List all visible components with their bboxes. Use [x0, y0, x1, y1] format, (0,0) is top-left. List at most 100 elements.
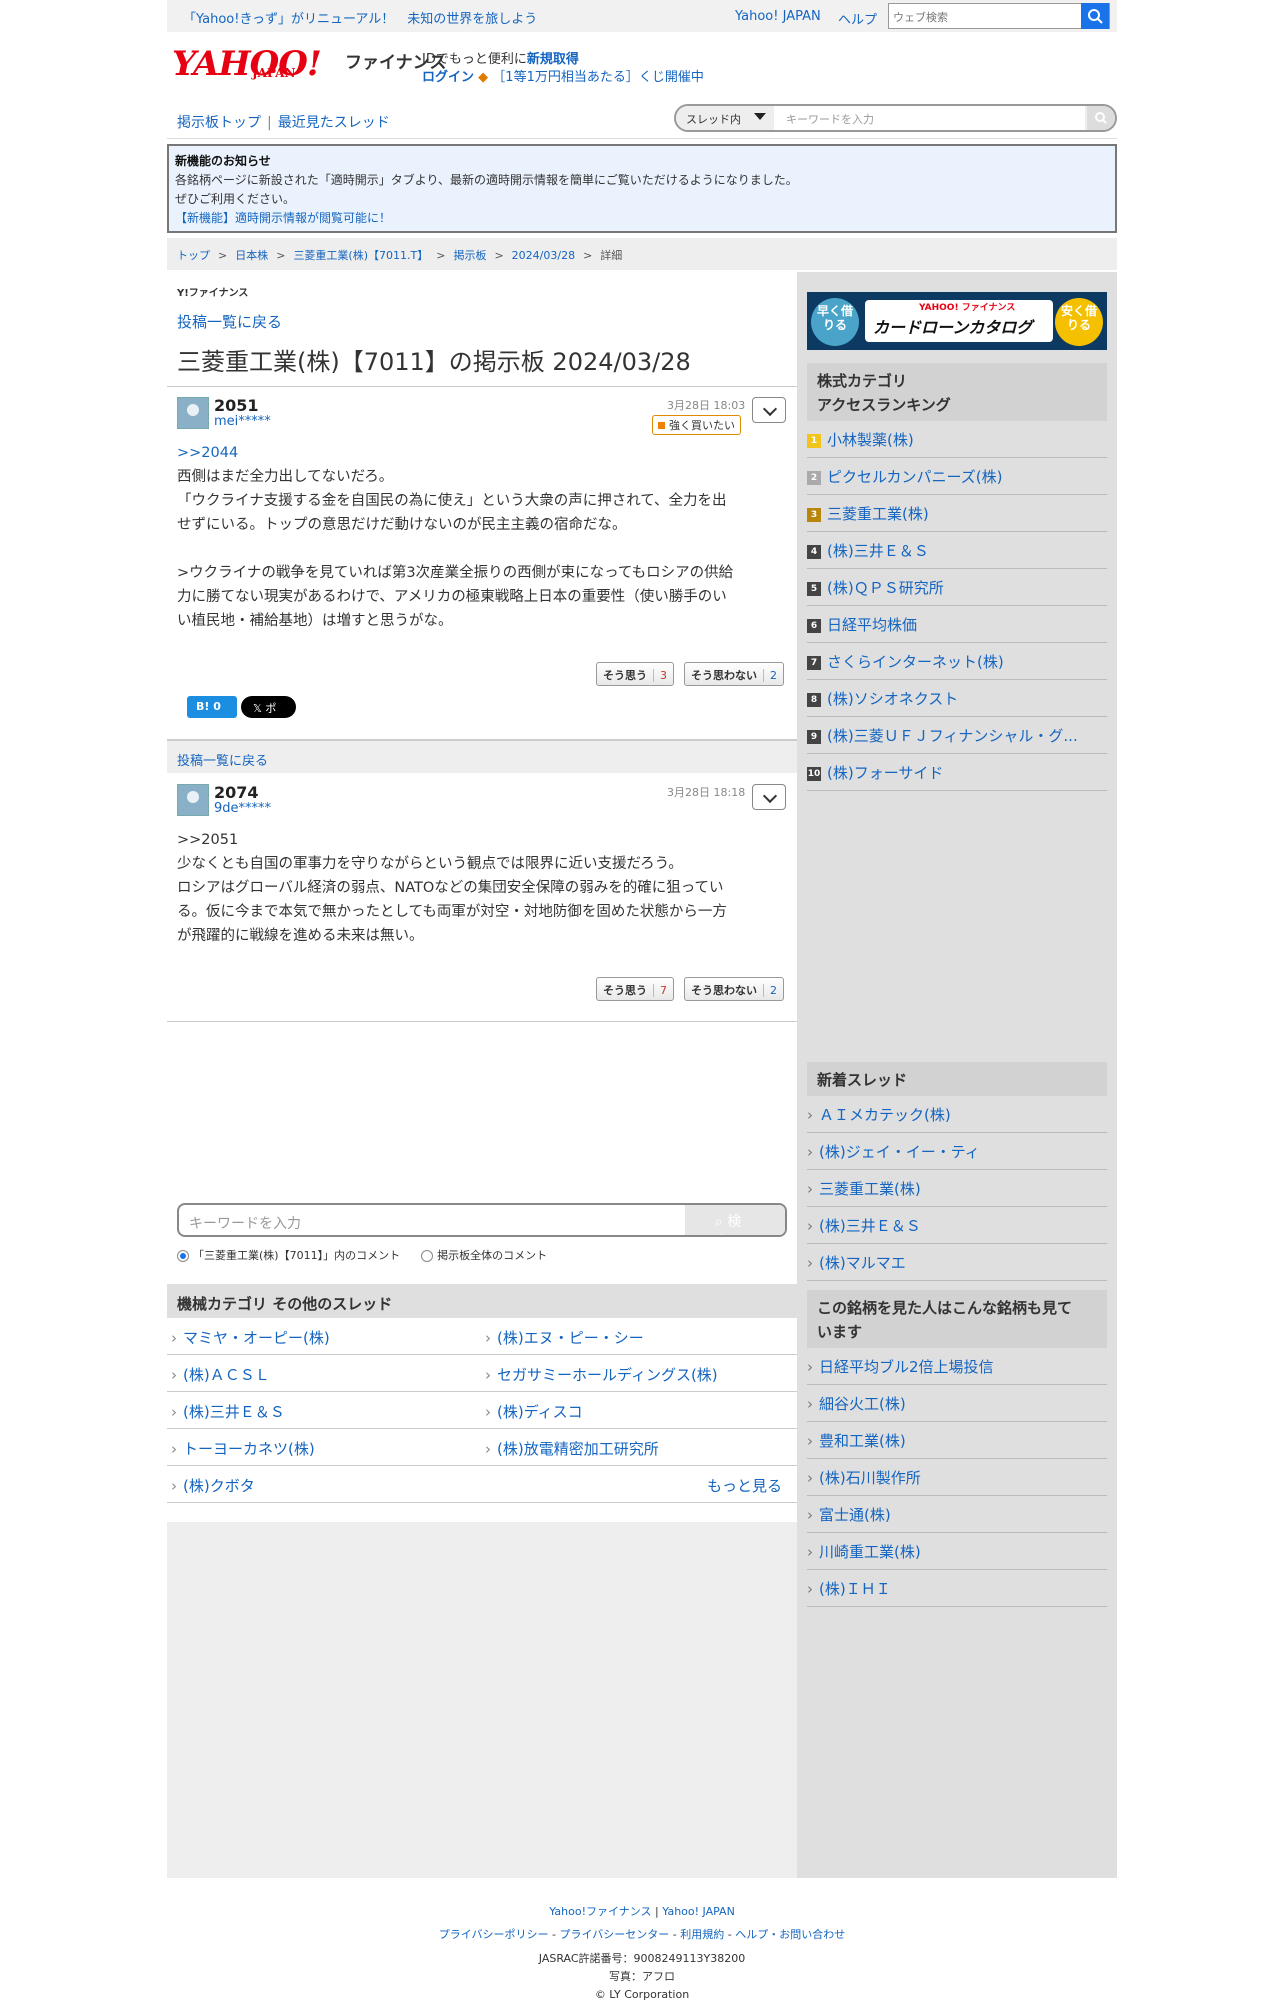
category-thread-link[interactable]: マミヤ・オーピー(株) — [171, 1327, 330, 1348]
web-search-input[interactable]: ウェブ検索 — [888, 3, 1110, 29]
search-icon — [1095, 112, 1107, 124]
crumb-top[interactable]: トップ — [177, 249, 210, 262]
back-to-list-bar[interactable]: 投稿一覧に戻る — [167, 739, 797, 773]
notice-link[interactable]: 【新機能】適時開示情報が閲覧可能に！ — [175, 209, 1109, 228]
crumb-board[interactable]: 掲示板 — [453, 249, 486, 262]
category-thread-link[interactable]: (株)クボタ — [171, 1475, 255, 1496]
also-viewed-link[interactable]: 川崎重工業(株) — [807, 1533, 1107, 1570]
also-viewed-link[interactable]: (株)石川製作所 — [807, 1459, 1107, 1496]
ranking-label: (株)三井Ｅ＆Ｓ — [827, 542, 929, 560]
post-user[interactable]: 9de***** — [214, 801, 271, 816]
signup-link[interactable]: 新規取得 — [527, 52, 579, 67]
keyword-input[interactable]: キーワードを入力 — [189, 1213, 301, 1233]
badge-icon — [658, 422, 665, 429]
board-top-link[interactable]: 掲示板トップ — [177, 115, 261, 131]
new-thread-link[interactable]: 三菱重工業(株) — [807, 1170, 1107, 1207]
privacy-center-link[interactable]: プライバシーセンター — [560, 1928, 670, 1941]
radio-thread[interactable] — [177, 1250, 189, 1262]
ranking-item[interactable]: 1 小林製薬(株) — [807, 421, 1107, 458]
keyword-search-button[interactable]: ⌕ 検索 — [685, 1205, 785, 1235]
agree-button[interactable]: そう思う 3 — [596, 662, 674, 686]
category-thread-link[interactable]: (株)ディスコ — [485, 1401, 583, 1422]
back-to-list-link[interactable]: 投稿一覧に戻る — [177, 311, 282, 332]
crumb-stock[interactable]: 三菱重工業(株)【7011.T】 — [293, 249, 428, 262]
yahoo-logo[interactable]: YAHOO! — [172, 44, 322, 84]
hatena-bookmark-button[interactable]: B! 0 — [187, 696, 237, 718]
ranking-item[interactable]: 4 (株)三井Ｅ＆Ｓ — [807, 532, 1107, 569]
disagree-label: そう思わない — [691, 984, 757, 997]
new-thread-link[interactable]: (株)三井Ｅ＆Ｓ — [807, 1207, 1107, 1244]
disagree-button[interactable]: そう思わない 2 — [684, 977, 784, 1001]
category-thread-link[interactable]: (株)三井Ｅ＆Ｓ — [171, 1401, 285, 1422]
x-post-button[interactable]: 𝕏 ポスト — [241, 696, 296, 731]
also-viewed-link[interactable]: 細谷火工(株) — [807, 1385, 1107, 1422]
ranking-item[interactable]: 9 (株)三菱ＵＦＪフィナンシャル・グ... — [807, 717, 1107, 754]
post-user[interactable]: mei***** — [214, 414, 271, 429]
thread-search-input[interactable]: キーワードを入力 — [774, 106, 1085, 130]
ranking-label: (株)フォーサイド — [827, 764, 944, 782]
divider — [167, 1021, 797, 1022]
search-scope-radios: 「三菱重工業(株)【7011】」内のコメント 掲示板全体のコメント — [177, 1247, 547, 1263]
radio-all[interactable] — [421, 1250, 434, 1262]
ranking-item[interactable]: 2 ピクセルカンパニーズ(株) — [807, 458, 1107, 495]
privacy-policy-link[interactable]: プライバシーポリシー — [439, 1928, 549, 1941]
ranking-item[interactable]: 5 (株)ＱＰＳ研究所 — [807, 569, 1107, 606]
thread-search-button[interactable] — [1087, 106, 1115, 130]
help-link[interactable]: ヘルプ — [838, 9, 877, 28]
rank-number: 6 — [807, 619, 821, 633]
crumb-jp-stock[interactable]: 日本株 — [235, 249, 268, 262]
radio-all-label[interactable]: 掲示板全体のコメント — [437, 1249, 547, 1262]
ranking-title: 株式カテゴリ — [817, 372, 908, 390]
new-thread-link[interactable]: (株)ジェイ・イー・ティ — [807, 1133, 1107, 1170]
page-title: 三菱重工業(株)【7011】の掲示板 2024/03/28 — [177, 348, 691, 376]
yahoo-japan-link[interactable]: Yahoo! JAPAN — [735, 9, 821, 24]
also-viewed-link[interactable]: (株)ＩＨＩ — [807, 1570, 1107, 1607]
more-link[interactable]: もっと見る — [707, 1475, 782, 1496]
post-menu-button[interactable] — [752, 784, 786, 810]
crumb-date[interactable]: 2024/03/28 — [512, 249, 575, 262]
terms-link[interactable]: 利用規約 — [680, 1928, 724, 1941]
ranking-item[interactable]: 8 (株)ソシオネクスト — [807, 680, 1107, 717]
scope-select[interactable]: スレッド内 — [676, 106, 774, 130]
agree-button[interactable]: そう思う 7 — [596, 977, 674, 1001]
ranking-item[interactable]: 7 さくらインターネット(株) — [807, 643, 1107, 680]
ranking-item[interactable]: 3 三菱重工業(株) — [807, 495, 1107, 532]
category-thread-link[interactable]: (株)エヌ・ピー・シー — [485, 1327, 644, 1348]
hammer-icon: ◆ — [478, 70, 489, 85]
new-thread-link[interactable]: ＡＩメカテック(株) — [807, 1096, 1107, 1133]
also-viewed-link[interactable]: 日経平均ブル2倍上場投信 — [807, 1348, 1107, 1385]
reply-link[interactable]: >>2044 — [177, 441, 795, 465]
reply-text[interactable]: >>2051 — [177, 828, 795, 852]
ranking-item[interactable]: 10 (株)フォーサイド — [807, 754, 1107, 791]
lottery-link[interactable]: ［1等1万円相当あたる］くじ開催中 — [492, 70, 704, 85]
login-link[interactable]: ログイン — [422, 70, 474, 85]
notice-title: 新機能のお知らせ — [175, 154, 271, 168]
category-thread-link[interactable]: (株)放電精密加工研究所 — [485, 1438, 659, 1459]
new-threads-heading: 新着スレッド — [807, 1062, 1107, 1096]
disagree-button[interactable]: そう思わない 2 — [684, 662, 784, 686]
promo-link[interactable]: 「Yahoo!きっず」がリニューアル！ 未知の世界を旅しよう — [183, 8, 537, 27]
category-thread-link[interactable]: (株)ＡＣＳＬ — [171, 1364, 270, 1385]
category-thread-link[interactable]: トーヨーカネツ(株) — [171, 1438, 315, 1459]
avatar[interactable] — [177, 784, 209, 816]
category-thread-link[interactable]: セガサミーホールディングス(株) — [485, 1364, 718, 1385]
post-date: 3月28日 18:03 — [667, 399, 746, 412]
divider — [167, 386, 797, 387]
agree-label: そう思う — [603, 984, 647, 997]
help-contact-link[interactable]: ヘルプ・お問い合わせ — [735, 1928, 845, 1941]
post-menu-button[interactable] — [752, 397, 786, 423]
photo-credit: 写真：アフロ — [609, 1970, 675, 1983]
radio-thread-label[interactable]: 「三菱重工業(株)【7011】」内のコメント — [193, 1249, 400, 1262]
ranking-item[interactable]: 6 日経平均株価 — [807, 606, 1107, 643]
footer-yj-link[interactable]: Yahoo! JAPAN — [662, 1905, 735, 1918]
web-search-button[interactable] — [1081, 3, 1109, 29]
recent-threads-link[interactable]: 最近見たスレッド — [278, 115, 390, 131]
card-loan-ad[interactable]: 早く借りる YAHOO! ファイナンス カードローンカタログ 安く借りる — [807, 292, 1107, 350]
footer-yf-link[interactable]: Yahoo!ファイナンス — [549, 1905, 651, 1918]
avatar[interactable] — [177, 397, 209, 429]
ranking-label: さくらインターネット(株) — [827, 653, 1004, 671]
rank-number: 7 — [807, 656, 821, 670]
also-viewed-link[interactable]: 富士通(株) — [807, 1496, 1107, 1533]
new-thread-link[interactable]: (株)マルマエ — [807, 1244, 1107, 1281]
also-viewed-link[interactable]: 豊和工業(株) — [807, 1422, 1107, 1459]
